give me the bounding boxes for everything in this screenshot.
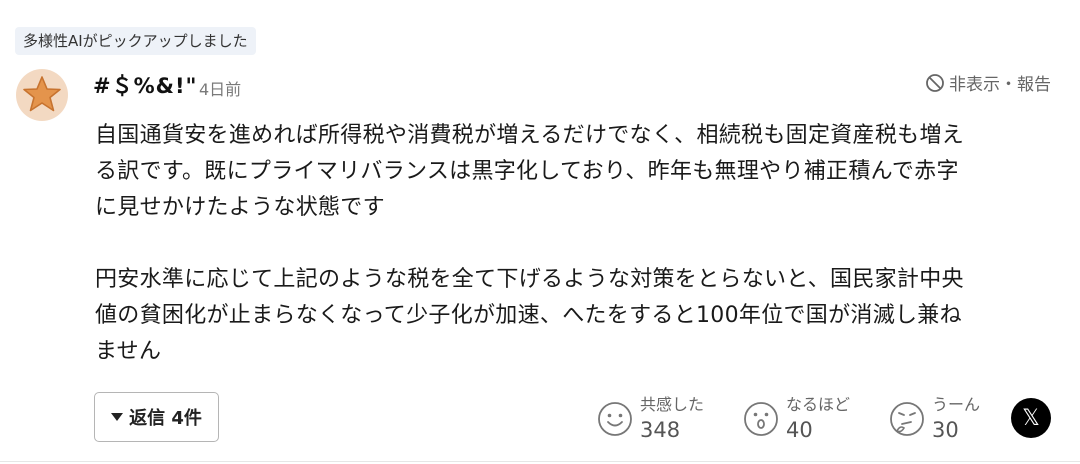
reaction-count: 40 [786,418,813,442]
star-icon [23,76,61,112]
thinking-face-icon [890,402,924,436]
reaction-insightful-button[interactable]: なるほど 40 [742,393,850,445]
reaction-label: なるほど [786,395,851,414]
reaction-hmm-button[interactable]: うーん 30 [888,393,980,445]
x-share-button[interactable]: 𝕏 [1011,398,1051,438]
reaction-count: 348 [640,418,681,442]
x-logo-icon: 𝕏 [1022,405,1040,431]
reply-toggle-button[interactable]: 返信 4件 [94,392,219,442]
block-icon [926,73,944,92]
username[interactable]: #＄%&!" [93,70,197,100]
reaction-label: うーん [932,395,981,414]
post-time: 4日前 [199,80,242,99]
comment-body: 自国通貨安を進めれば所得税や消費税が増えるだけでなく、相続税も固定資産税も増え … [95,123,965,364]
caret-down-icon [111,413,124,421]
hide-report-label: 非表示・報告 [949,75,1051,95]
hide-report-button[interactable]: 非表示・報告 [925,70,1051,95]
reaction-label: 共感した [640,395,705,414]
surprised-face-icon [744,402,778,436]
avatar[interactable] [16,69,68,121]
reaction-count: 30 [932,418,959,442]
smile-face-icon [598,402,632,436]
divider [0,461,1080,462]
reaction-empathy-button[interactable]: 共感した 348 [596,393,704,445]
reply-label: 返信 4件 [129,408,202,429]
ai-pick-badge: 多様性AIがピックアップしました [15,27,256,55]
